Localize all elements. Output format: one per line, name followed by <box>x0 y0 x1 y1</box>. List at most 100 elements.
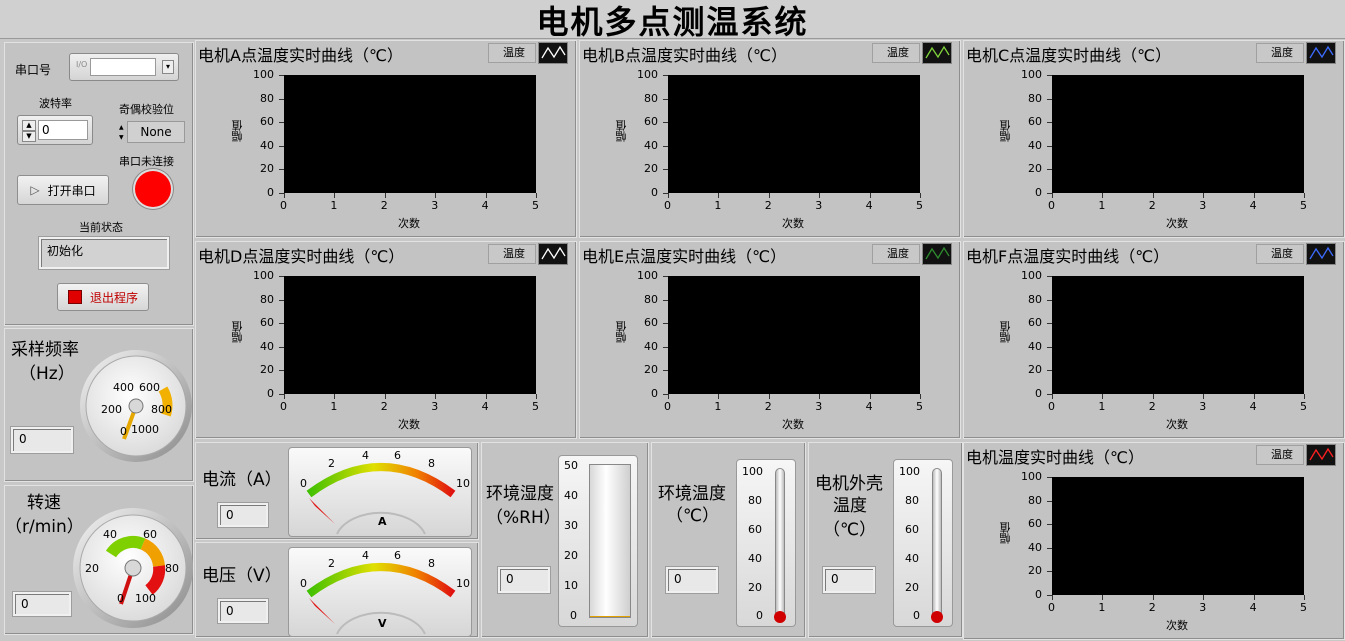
env-tick-100: 100 <box>742 465 763 478</box>
y-tick-label: 40 <box>644 138 658 152</box>
x-tick-mark <box>1102 595 1104 600</box>
plot-area[interactable] <box>1052 477 1304 595</box>
x-tick-mark <box>1152 193 1154 198</box>
y-tick-mark <box>1047 122 1052 124</box>
plot-area[interactable] <box>668 75 920 193</box>
y-tick-label: 80 <box>644 91 658 105</box>
speed-tick-0: 0 <box>117 592 124 605</box>
y-tick-label: 20 <box>1028 564 1042 578</box>
legend-label: 温度 <box>488 43 536 63</box>
decrement-icon[interactable]: ▼ <box>22 131 36 142</box>
chart-legend[interactable]: 温度 <box>872 243 952 265</box>
volt-tick-10: 10 <box>456 577 470 590</box>
chart-legend[interactable]: 温度 <box>1256 42 1336 64</box>
port-input[interactable] <box>90 58 156 76</box>
voltage-panel: 电压（V） 0 0 2 4 6 8 10 V <box>195 542 479 638</box>
humidity-value[interactable]: 0 <box>498 567 550 593</box>
x-tick-label: 0 <box>664 199 671 212</box>
x-tick-mark <box>334 394 336 399</box>
y-tick-label: 100 <box>1021 68 1042 81</box>
env-temp-panel: 环境温度 （℃） 0 100 80 60 40 20 0 <box>651 442 806 638</box>
cur-tick-2: 2 <box>328 457 335 470</box>
shell-temp-value[interactable]: 0 <box>823 567 875 593</box>
chart-legend[interactable]: 温度 <box>1256 243 1336 265</box>
plot-area[interactable] <box>1052 75 1304 193</box>
chart-legend[interactable]: 温度 <box>488 42 568 64</box>
y-tick-mark <box>1047 145 1052 147</box>
y-tick-label: 80 <box>1028 292 1042 306</box>
x-tick-mark <box>1304 394 1305 399</box>
y-tick-mark <box>1047 346 1052 348</box>
x-axis-label: 次数 <box>398 418 420 431</box>
hum-tick-30: 30 <box>564 519 578 532</box>
humidity-panel: 环境湿度 （%RH） 0 50 40 30 20 10 0 <box>481 442 649 638</box>
chart-legend[interactable]: 温度 <box>1256 444 1336 466</box>
sampling-value[interactable]: 0 <box>11 427 73 453</box>
y-tick-label: 80 <box>1028 91 1042 105</box>
y-tick-label: 100 <box>253 68 274 81</box>
parity-ring[interactable]: ▲ ▼ None <box>119 121 187 145</box>
chart-title: 电机B点温度实时曲线（℃） <box>582 46 787 65</box>
plot-area[interactable] <box>1052 276 1304 394</box>
x-tick-mark <box>768 394 770 399</box>
speed-value[interactable]: 0 <box>13 592 71 616</box>
baud-stepper[interactable]: ▲ ▼ 0 <box>17 115 93 145</box>
x-tick-label: 1 <box>330 400 338 413</box>
shell-tick-0: 0 <box>913 609 920 622</box>
exit-button[interactable]: 退出程序 <box>57 283 149 311</box>
legend-swatch-icon <box>922 243 952 265</box>
baud-input[interactable]: 0 <box>38 120 88 140</box>
hum-tick-20: 20 <box>564 549 578 562</box>
x-tick-mark <box>1102 193 1104 198</box>
increment-icon[interactable]: ▲ <box>22 120 36 131</box>
plot-area[interactable] <box>284 276 536 394</box>
env-tick-60: 60 <box>748 523 762 536</box>
legend-label: 温度 <box>872 244 920 264</box>
x-tick-mark <box>536 193 537 198</box>
parity-stepper-icon[interactable]: ▲ ▼ <box>119 123 127 143</box>
y-tick-mark <box>279 169 284 171</box>
conn-status-led <box>135 171 171 207</box>
chart-legend[interactable]: 温度 <box>488 243 568 265</box>
parity-value[interactable]: None <box>127 121 185 143</box>
x-tick-label: 1 <box>1098 400 1106 413</box>
x-tick-label: 0 <box>280 199 287 212</box>
chart-legend[interactable]: 温度 <box>872 42 952 64</box>
sampling-unit: （Hz） <box>19 364 75 384</box>
y-tick-mark <box>663 122 668 124</box>
shell-tick-20: 20 <box>905 581 919 594</box>
state-indicator: 初始化 <box>39 237 169 269</box>
x-tick-label: 2 <box>1148 400 1156 413</box>
chart-panel-6: 电机温度实时曲线（℃） 温度 100 80 60 40 20 0 0 1 2 3 4 5 次数 幅值 <box>963 442 1345 640</box>
env-tick-20: 20 <box>748 581 762 594</box>
chevron-down-icon[interactable]: ▾ <box>162 60 174 74</box>
x-tick-mark <box>819 394 821 399</box>
x-tick-label: 3 <box>431 400 439 413</box>
x-tick-mark <box>819 193 821 198</box>
samp-tick-1000: 1000 <box>131 423 159 436</box>
y-tick-mark <box>1047 323 1052 325</box>
y-tick-label: 80 <box>260 292 274 306</box>
x-tick-label: 4 <box>481 199 489 212</box>
port-select[interactable]: I/O ▾ <box>69 53 179 81</box>
y-tick-label: 0 <box>1035 186 1042 199</box>
sampling-gauge <box>80 350 192 462</box>
plot-area[interactable] <box>668 276 920 394</box>
y-tick-label: 100 <box>253 269 274 282</box>
y-axis-label: 幅值 <box>231 120 244 142</box>
legend-label: 温度 <box>1256 43 1304 63</box>
y-tick-mark <box>1047 276 1052 277</box>
speed-tick-20: 20 <box>85 562 99 575</box>
x-tick-label: 3 <box>1199 400 1207 413</box>
x-tick-label: 0 <box>1048 199 1055 212</box>
voltage-value[interactable]: 0 <box>218 599 268 623</box>
open-port-label: 打开串口 <box>47 183 96 198</box>
y-tick-label: 100 <box>637 68 658 81</box>
current-value[interactable]: 0 <box>218 503 268 527</box>
open-port-button[interactable]: ▷ 打开串口 <box>17 175 109 205</box>
y-tick-label: 0 <box>267 186 274 199</box>
env-temp-value[interactable]: 0 <box>666 567 718 593</box>
x-tick-mark <box>869 193 871 198</box>
plot-area[interactable] <box>284 75 536 193</box>
volt-tick-8: 8 <box>428 557 435 570</box>
